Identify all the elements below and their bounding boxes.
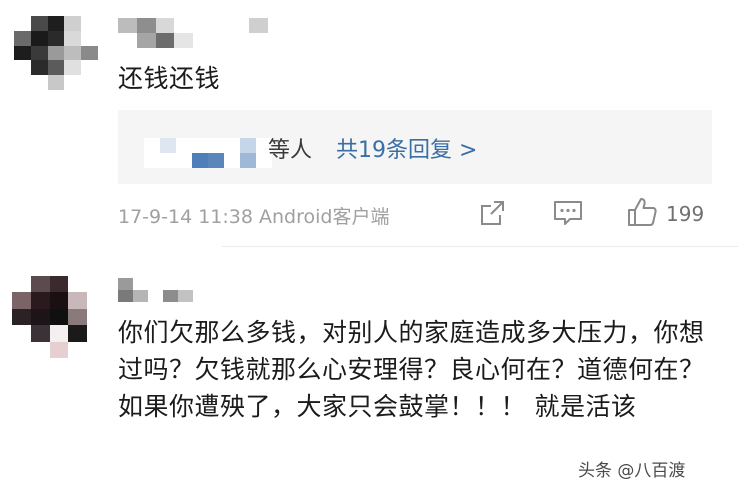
username-commenter-2[interactable] [118, 278, 208, 302]
comment-1-text: 还钱还钱 [118, 64, 221, 93]
reply-usernames [144, 138, 272, 168]
avatar-commenter-2[interactable] [12, 276, 106, 358]
watermark: 头条 @八百渡 [578, 461, 686, 481]
comment-2-text: 你们欠那么多钱，对别人的家庭造成多大压力，你想过吗？欠钱就那么心安理得？良心何在… [118, 318, 705, 421]
view-replies-link[interactable]: 共19条回复 > [336, 132, 477, 164]
timestamp: 17-9-14 11:38 [118, 206, 253, 228]
comment-icon[interactable] [552, 198, 584, 228]
thumbs-up-icon[interactable] [626, 196, 658, 228]
like-count: 199 [666, 202, 705, 226]
reply-summary[interactable]: 等人 共19条回复 > [118, 110, 712, 184]
divider [222, 246, 738, 247]
username-commenter-1[interactable] [118, 18, 268, 48]
share-icon[interactable] [478, 198, 508, 228]
avatar-commenter-1[interactable] [14, 16, 98, 90]
client-source: Android客户端 [259, 206, 390, 228]
reply-suffix: 等人 [268, 138, 313, 163]
comment-1-meta: 17-9-14 11:38 Android客户端 [118, 202, 389, 229]
